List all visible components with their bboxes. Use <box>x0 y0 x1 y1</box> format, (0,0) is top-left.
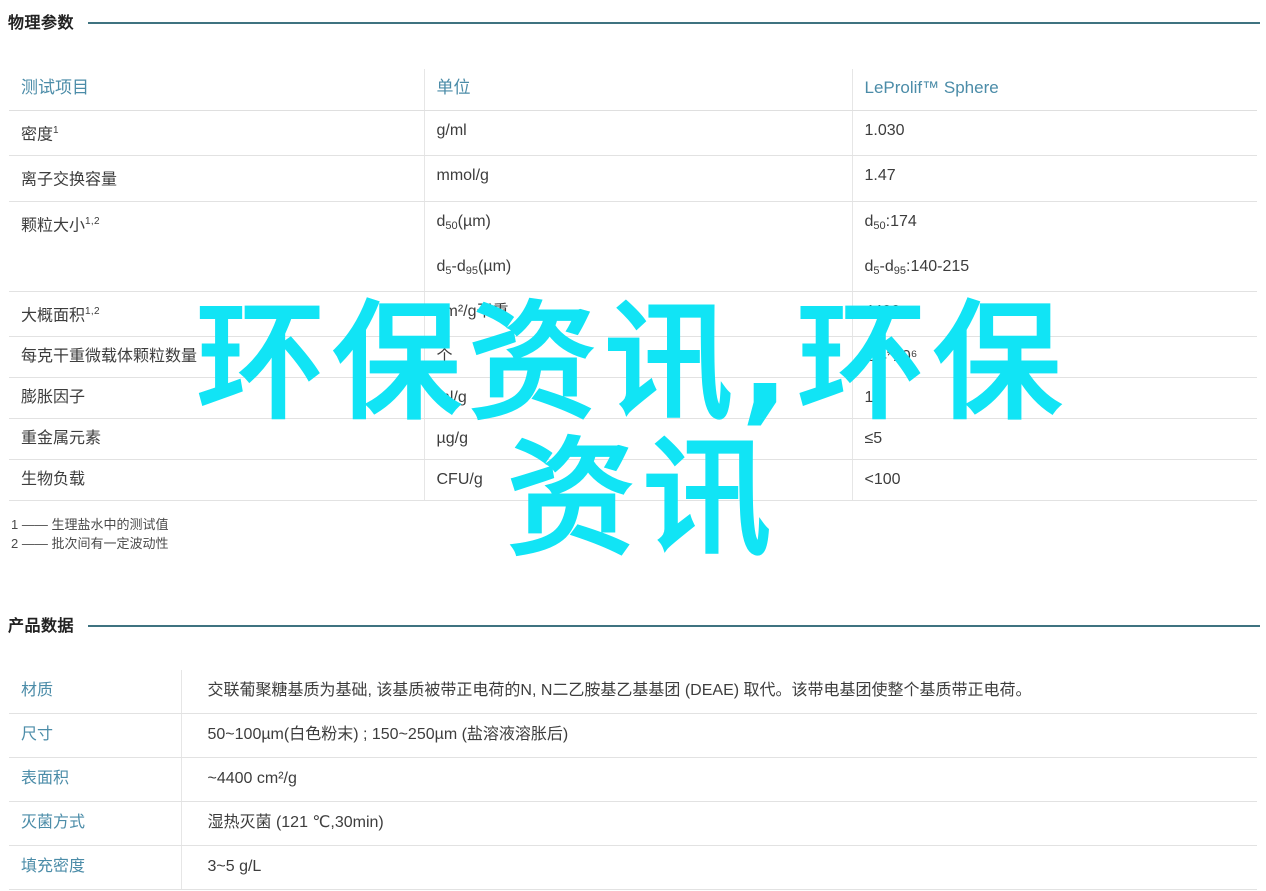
cell-value: 1.47 <box>851 155 1257 202</box>
cell-unit: d50(µm) d5-d95(µm) <box>423 201 852 292</box>
cell-unit: cm²/g干重 <box>423 291 852 338</box>
cell-test-item: 密度1 <box>9 110 424 157</box>
product-data-section: 产品数据 材质 交联葡聚糖基质为基础, 该基质被带正电荷的N, N二乙胺基乙基基… <box>0 612 1266 890</box>
cell-unit: µg/g <box>423 418 852 461</box>
cell-test-item: 膨胀因子 <box>9 377 424 420</box>
footnotes-block: 1 —— 生理盐水中的测试值 2 —— 批次间有一定波动性 <box>11 515 1266 553</box>
product-data-heading: 产品数据 <box>0 612 1266 636</box>
cell-test-item: 每克干重微载体颗粒数量 <box>9 336 424 379</box>
table-row: 颗粒大小1,2 d50(µm) d5-d95(µm) d50:174 d5-d9… <box>9 201 1257 292</box>
table-row: 重金属元素 µg/g ≤5 <box>9 418 1257 461</box>
physical-parameters-title: 物理参数 <box>8 15 75 32</box>
cell-value: 1.4*10⁶ <box>851 336 1257 379</box>
cell-unit: ml/g <box>423 377 852 420</box>
cell-value: 交联葡聚糖基质为基础, 该基质被带正电荷的N, N二乙胺基乙基基团 (DEAE)… <box>180 670 1257 714</box>
cell-value: <100 <box>851 459 1257 502</box>
table-row: 每克干重微载体颗粒数量 个 1.4*10⁶ <box>9 336 1257 379</box>
cell-unit: 个 <box>423 336 852 379</box>
unit-line-d5-d95: d5-d95(µm) <box>436 257 512 277</box>
cell-test-item: 大概面积1,2 <box>9 291 424 338</box>
cell-key: 填充密度 <box>9 845 181 890</box>
table-row: 尺寸 50~100µm(白色粉末) ; 150~250µm (盐溶液溶胀后) <box>9 713 1257 758</box>
table-row: 材质 交联葡聚糖基质为基础, 该基质被带正电荷的N, N二乙胺基乙基基团 (DE… <box>9 670 1257 714</box>
footnote-2: 2 —— 批次间有一定波动性 <box>11 536 169 552</box>
cell-value: d50:174 d5-d95:140-215 <box>851 201 1257 292</box>
cell-value: 3~5 g/L <box>180 845 1257 890</box>
column-header-test-item: 测试项目 <box>9 69 424 111</box>
table-row: 灭菌方式 湿热灭菌 (121 ℃,30min) <box>9 801 1257 846</box>
cell-value: 1.030 <box>851 110 1257 157</box>
cell-test-item: 颗粒大小1,2 <box>9 201 424 292</box>
physical-parameters-table: 测试项目 单位 LeProlif™ Sphere 密度1 g/ml 1.030 … <box>9 69 1257 502</box>
table-row: 密度1 g/ml 1.030 <box>9 110 1257 157</box>
cell-unit: g/ml <box>423 110 852 157</box>
cell-test-item: 生物负载 <box>9 459 424 502</box>
cell-unit: CFU/g <box>423 459 852 502</box>
cell-test-item: 离子交换容量 <box>9 155 424 202</box>
product-data-table: 材质 交联葡聚糖基质为基础, 该基质被带正电荷的N, N二乙胺基乙基基团 (DE… <box>9 670 1257 890</box>
cell-test-item: 重金属元素 <box>9 418 424 461</box>
value-line-d50: d50:174 <box>864 212 917 232</box>
cell-key: 尺寸 <box>9 713 181 758</box>
cell-unit: mmol/g <box>423 155 852 202</box>
cell-value: ≤5 <box>851 418 1257 461</box>
footnote-marker: 1,2 <box>85 305 100 317</box>
cell-value: ~4400 cm²/g <box>180 757 1257 802</box>
table-row: 膨胀因子 ml/g 17 <box>9 377 1257 420</box>
column-header-product: LeProlif™ Sphere <box>851 69 1257 111</box>
cell-key: 材质 <box>9 670 181 714</box>
table-row: 表面积 ~4400 cm²/g <box>9 757 1257 802</box>
column-header-unit: 单位 <box>423 69 852 111</box>
footnote-1: 1 —— 生理盐水中的测试值 <box>11 517 169 533</box>
value-line-d5-d95: d5-d95:140-215 <box>864 257 970 277</box>
cell-value: 湿热灭菌 (121 ℃,30min) <box>180 801 1257 846</box>
table-row: 生物负载 CFU/g <100 <box>9 459 1257 502</box>
footnote-marker: 1 <box>53 125 59 136</box>
physical-parameters-heading: 物理参数 <box>0 0 1266 33</box>
footnote-marker: 1,2 <box>85 215 100 227</box>
cell-key: 表面积 <box>9 757 181 802</box>
heading-rule <box>88 21 1260 24</box>
table-row: 离子交换容量 mmol/g 1.47 <box>9 155 1257 202</box>
table-row: 填充密度 3~5 g/L <box>9 845 1257 890</box>
product-data-title: 产品数据 <box>8 618 75 635</box>
cell-value: 50~100µm(白色粉末) ; 150~250µm (盐溶液溶胀后) <box>180 713 1257 758</box>
cell-value: 17 <box>851 377 1257 420</box>
cell-key: 灭菌方式 <box>9 801 181 846</box>
table-header-row: 测试项目 单位 LeProlif™ Sphere <box>9 69 1257 111</box>
heading-rule <box>88 624 1260 627</box>
table-row: 大概面积1,2 cm²/g干重 4400 <box>9 291 1257 338</box>
unit-line-d50: d50(µm) <box>436 212 491 232</box>
cell-value: 4400 <box>851 291 1257 338</box>
